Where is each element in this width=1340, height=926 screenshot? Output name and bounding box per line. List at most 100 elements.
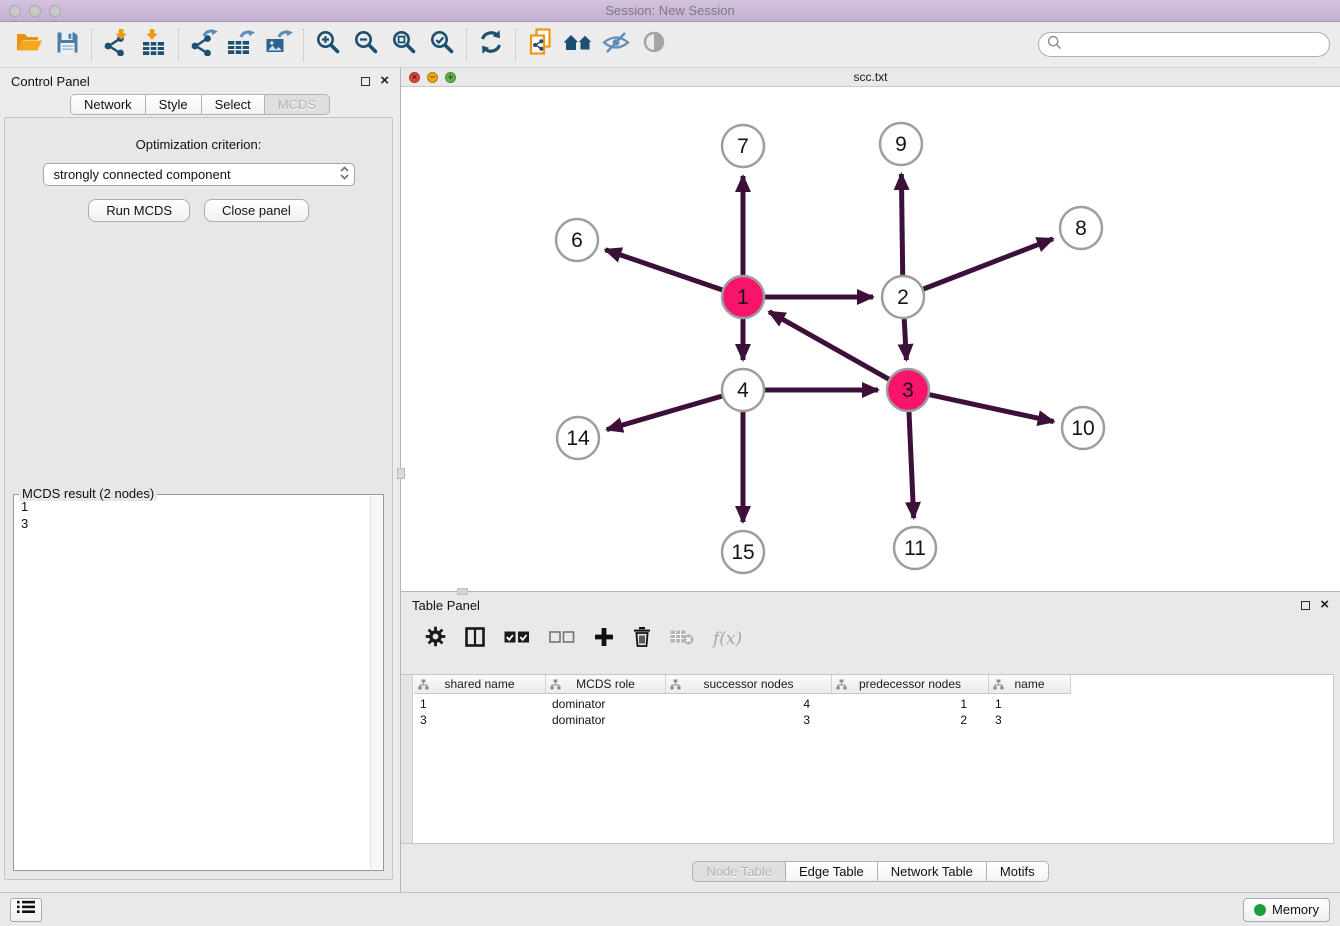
clone-network-button[interactable] <box>521 26 559 64</box>
network-canvas[interactable]: 1 2 3 4 6 7 8 9 10 11 14 15 <box>401 87 1340 591</box>
node-label: 8 <box>1075 217 1087 240</box>
node-label: 15 <box>731 541 754 564</box>
node-8[interactable]: 8 <box>1060 207 1102 249</box>
column-header-MCDS-role[interactable]: MCDS role <box>546 675 666 694</box>
node-1[interactable]: 1 <box>722 276 764 318</box>
zoom-out-button[interactable] <box>347 26 385 64</box>
open-session-button[interactable] <box>10 26 48 64</box>
edge-4-14[interactable] <box>607 396 722 430</box>
node-15[interactable]: 15 <box>722 531 764 573</box>
mcds-result-text[interactable]: 1 3 <box>16 497 367 868</box>
table-settings-icon[interactable] <box>425 626 446 652</box>
close-panel-button[interactable]: Close panel <box>204 199 309 222</box>
table-cell[interactable]: 1 <box>832 696 989 712</box>
minimize-window-button[interactable] <box>29 5 41 17</box>
delete-rows-icon[interactable] <box>633 626 651 652</box>
control-panel-tabs: NetworkStyleSelectMCDS <box>0 94 400 115</box>
column-header-predecessor-nodes[interactable]: predecessor nodes <box>832 675 989 694</box>
node-10[interactable]: 10 <box>1062 407 1104 449</box>
node-9[interactable]: 9 <box>880 123 922 165</box>
table-cell[interactable]: 3 <box>414 712 546 728</box>
criterion-select[interactable]: strongly connected component <box>43 163 355 186</box>
table-cell[interactable]: dominator <box>546 712 666 728</box>
edge-3-1[interactable] <box>769 312 889 380</box>
minimize-network-button[interactable]: − <box>427 72 438 83</box>
table-cell[interactable]: dominator <box>546 696 666 712</box>
result-scrollbar[interactable] <box>370 496 382 869</box>
edge-3-10[interactable] <box>930 395 1054 422</box>
table-row[interactable]: 3dominator323 <box>414 712 1071 728</box>
close-panel-icon[interactable]: × <box>380 75 389 87</box>
memory-button[interactable]: Memory <box>1243 898 1330 922</box>
horizontal-splitter-grip[interactable] <box>457 588 468 595</box>
toolbar-separator <box>515 29 516 61</box>
maximize-network-button[interactable]: + <box>445 72 456 83</box>
control-tab-mcds[interactable]: MCDS <box>265 94 330 115</box>
add-row-icon[interactable] <box>594 627 614 652</box>
edge-2-9[interactable] <box>901 174 902 275</box>
export-table-button[interactable] <box>222 26 260 64</box>
node-4[interactable]: 4 <box>722 369 764 411</box>
import-network-button[interactable] <box>97 26 135 64</box>
table-cell[interactable]: 3 <box>666 712 832 728</box>
main-toolbar <box>0 22 1340 68</box>
float-panel-icon[interactable] <box>361 77 370 86</box>
table-cell[interactable]: 2 <box>832 712 989 728</box>
close-network-button[interactable]: × <box>409 72 420 83</box>
first-neighbors-button[interactable] <box>559 26 597 64</box>
node-6[interactable]: 6 <box>556 219 598 261</box>
zoom-in-button[interactable] <box>309 26 347 64</box>
node-3[interactable]: 3 <box>887 369 929 411</box>
control-tab-network[interactable]: Network <box>70 94 146 115</box>
float-table-panel-icon[interactable] <box>1301 601 1310 610</box>
table-tab-edge-table[interactable]: Edge Table <box>786 861 878 882</box>
column-header-successor-nodes[interactable]: successor nodes <box>666 675 832 694</box>
edge-2-8[interactable] <box>924 239 1054 289</box>
task-list-icon <box>17 900 35 919</box>
refresh-view-button[interactable] <box>472 26 510 64</box>
control-tab-select[interactable]: Select <box>202 94 265 115</box>
table-tab-node-table[interactable]: Node Table <box>692 861 786 882</box>
search-box[interactable] <box>1038 32 1330 57</box>
export-image-button[interactable] <box>260 26 298 64</box>
task-history-button[interactable] <box>10 898 42 922</box>
column-header-name[interactable]: name <box>989 675 1071 694</box>
show-all-button[interactable] <box>635 26 673 64</box>
edge-2-3[interactable] <box>904 319 906 360</box>
import-table-button[interactable] <box>135 26 173 64</box>
toggle-columns-icon[interactable] <box>465 627 485 652</box>
vertical-splitter-grip[interactable] <box>397 468 405 479</box>
criterion-value: strongly connected component <box>54 167 231 182</box>
deselect-all-icon[interactable] <box>549 630 575 649</box>
zoom-window-button[interactable] <box>49 5 61 17</box>
table-tab-network-table[interactable]: Network Table <box>878 861 987 882</box>
mcds-result-box: MCDS result (2 nodes) 1 3 <box>13 494 384 871</box>
edge-1-6[interactable] <box>605 250 722 290</box>
run-mcds-button[interactable]: Run MCDS <box>88 199 190 222</box>
search-input[interactable] <box>1067 37 1321 52</box>
table-row[interactable]: 1dominator411 <box>414 696 1071 712</box>
table-cell[interactable]: 1 <box>989 696 1071 712</box>
node-2[interactable]: 2 <box>882 276 924 318</box>
node-7[interactable]: 7 <box>722 125 764 167</box>
export-network-button[interactable] <box>184 26 222 64</box>
save-session-button[interactable] <box>48 26 86 64</box>
node-11[interactable]: 11 <box>894 527 936 569</box>
close-table-panel-icon[interactable]: × <box>1320 599 1329 611</box>
table-tab-motifs[interactable]: Motifs <box>987 861 1049 882</box>
node-14[interactable]: 14 <box>557 417 599 459</box>
edge-3-11[interactable] <box>909 412 914 518</box>
table-cell[interactable]: 4 <box>666 696 832 712</box>
node-label: 10 <box>1071 417 1094 440</box>
zoom-fit-button[interactable] <box>385 26 423 64</box>
column-header-shared-name[interactable]: shared name <box>414 675 546 694</box>
hide-selected-button[interactable] <box>597 26 635 64</box>
close-window-button[interactable] <box>9 5 21 17</box>
table-cell[interactable]: 1 <box>414 696 546 712</box>
zoom-selected-button[interactable] <box>423 26 461 64</box>
select-all-icon[interactable] <box>504 630 530 649</box>
control-tab-style[interactable]: Style <box>146 94 202 115</box>
node-label: 1 <box>737 286 749 309</box>
table-cell[interactable]: 3 <box>989 712 1071 728</box>
window-traffic-lights <box>9 5 61 17</box>
